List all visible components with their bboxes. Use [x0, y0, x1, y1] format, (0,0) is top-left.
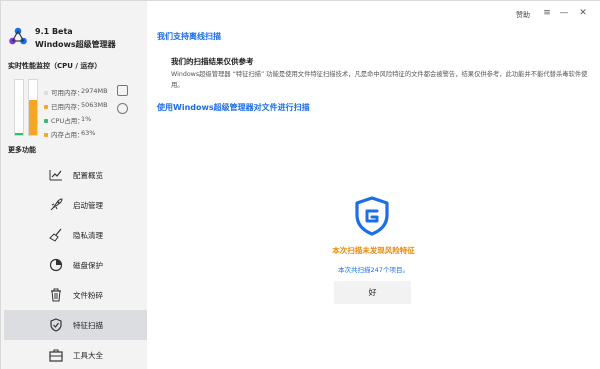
legend-dot	[44, 91, 48, 95]
app-logo-icon	[9, 27, 27, 45]
sidebar-item-disk-protection[interactable]: 磁盘保护	[4, 250, 147, 280]
scan-result-count: 本次共扫描247个项目。	[338, 266, 409, 274]
stat-available-memory: 可用内存： 2974MB	[44, 87, 108, 97]
sidebar-item-privacy-cleanup[interactable]: 隐私清理	[4, 220, 147, 250]
reference-title: 我们的扫描结果仅供参考	[171, 57, 254, 66]
minimize-icon[interactable]: —	[558, 7, 570, 19]
sponsor-link[interactable]: 赞助	[516, 10, 530, 20]
sidebar-item-toolbox[interactable]: 工具大全	[4, 340, 147, 369]
cpu-meter-fill	[15, 133, 23, 135]
shield-check-icon	[50, 318, 62, 332]
scan-file-link[interactable]: 使用Windows超级管理器对文件进行扫描	[157, 102, 310, 113]
performance-graph-icon[interactable]	[117, 85, 128, 96]
toolbox-icon	[49, 349, 63, 362]
sidebar-item-startup-manager[interactable]: 启动管理	[4, 190, 147, 220]
stat-memory-usage: 内存占用： 63%	[44, 129, 95, 139]
app-name: Windows超级管理器	[35, 40, 116, 49]
shield-result-icon	[355, 196, 389, 236]
legend-dot	[44, 133, 48, 137]
perf-monitor-title: 实时性能监控（CPU / 运存）	[8, 62, 102, 70]
sidebar-item-config-overview[interactable]: 配置概览	[4, 160, 147, 190]
chart-icon	[49, 170, 62, 181]
close-icon[interactable]: ✕	[577, 7, 589, 19]
sidebar-item-feature-scan[interactable]: 特征扫描	[4, 310, 147, 340]
broom-icon	[49, 228, 62, 242]
memory-meter-fill	[29, 100, 37, 135]
trash-icon	[51, 288, 61, 302]
app-window: 9.1 Beta Windows超级管理器 实时性能监控（CPU / 运存） 可…	[0, 0, 600, 369]
sidebar: 9.1 Beta Windows超级管理器 实时性能监控（CPU / 运存） 可…	[1, 1, 147, 369]
memory-meter	[28, 79, 38, 136]
menu-icon[interactable]: ≡	[541, 7, 553, 19]
memory-release-icon[interactable]	[117, 103, 128, 114]
main-panel: 赞助 ≡ — ✕ 我们支持离线扫描 我们的扫描结果仅供参考 Windows超级管…	[147, 1, 600, 369]
ok-button[interactable]: 好	[334, 281, 411, 304]
offline-scan-link[interactable]: 我们支持离线扫描	[157, 31, 221, 42]
sidebar-item-file-shredder[interactable]: 文件粉碎	[4, 280, 147, 310]
legend-dot	[44, 105, 48, 109]
disk-pie-icon	[49, 258, 63, 272]
stat-cpu-usage: CPU占用： 1%	[44, 115, 91, 125]
scan-result-title: 本次扫描未发现风险特征	[332, 246, 415, 255]
rocket-icon	[50, 198, 63, 211]
stat-used-memory: 已用内存： 5063MB	[44, 101, 108, 111]
legend-dot	[44, 119, 48, 123]
cpu-meter	[14, 79, 24, 136]
reference-description: Windows超级管理器 “特征扫描” 功能是使用文件特征扫描技术，凡是命中风险…	[171, 71, 588, 89]
more-features-title: 更多功能	[8, 146, 36, 154]
app-version: 9.1 Beta	[35, 27, 73, 36]
